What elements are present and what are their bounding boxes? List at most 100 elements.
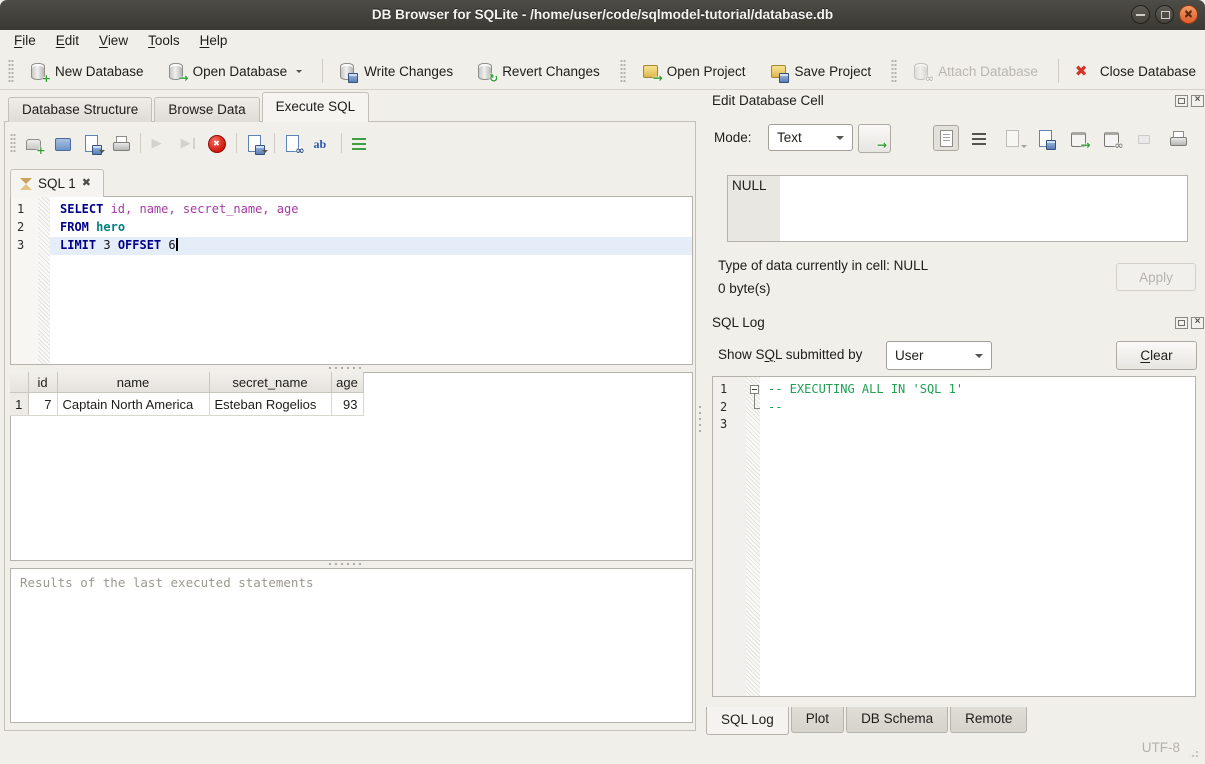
menu-tools[interactable]: Tools: [138, 30, 190, 51]
export-results-button[interactable]: [241, 130, 267, 156]
toolbar-grip[interactable]: [8, 59, 14, 83]
execute-current-button[interactable]: ▶: [174, 130, 200, 156]
toolbar-separator: [322, 59, 323, 83]
tab-execute-sql[interactable]: Execute SQL: [262, 92, 370, 122]
show-sql-filter-label: Show SQL submitted by: [718, 347, 862, 362]
revert-changes-button[interactable]: ↻Revert Changes: [467, 58, 608, 85]
toolbar-separator: [236, 133, 237, 153]
toolbar-grip[interactable]: [620, 59, 626, 83]
dock-tab-sql-log[interactable]: SQL Log: [706, 707, 789, 735]
results-message-pane[interactable]: Results of the last executed statements: [10, 568, 693, 723]
dropdown-caret-icon[interactable]: [1021, 145, 1027, 151]
splitter-table-message[interactable]: [327, 562, 365, 567]
sql-log-close-icon[interactable]: [1191, 317, 1204, 329]
toolbar-separator: [274, 133, 275, 153]
apply-button[interactable]: Apply: [1116, 263, 1196, 291]
resize-grip[interactable]: [1187, 746, 1200, 759]
save-project-button[interactable]: Save Project: [760, 58, 880, 85]
cell-editor[interactable]: NULL: [727, 175, 1188, 242]
toolbar-grip[interactable]: [10, 133, 16, 153]
close-window-button[interactable]: [1179, 5, 1198, 24]
project-open-icon: →: [640, 61, 661, 82]
close-database-button[interactable]: ✖Close Database: [1065, 58, 1204, 85]
auto-switch-mode-button[interactable]: →: [858, 124, 891, 153]
tab-database-structure[interactable]: Database Structure: [8, 97, 152, 122]
column-header-id[interactable]: id: [28, 372, 57, 393]
cell-type-info: Type of data currently in cell: NULL: [718, 258, 928, 273]
tab-browse-data[interactable]: Browse Data: [154, 97, 259, 122]
mode-combobox[interactable]: Text: [768, 124, 853, 151]
text-mode-button[interactable]: [933, 125, 959, 151]
log-line-numbers: 123: [713, 377, 746, 696]
dropdown-caret-icon[interactable]: [262, 150, 268, 156]
row-number[interactable]: 1: [10, 393, 28, 416]
export-data-button[interactable]: →: [1065, 125, 1091, 151]
print-button[interactable]: [107, 130, 133, 156]
attach-database-button[interactable]: ∞Attach Database: [903, 58, 1046, 85]
fold-collapse-icon[interactable]: [750, 385, 759, 394]
menu-edit[interactable]: Edit: [46, 30, 89, 51]
open-database-button[interactable]: →Open Database: [158, 58, 311, 85]
sql-log-float-icon[interactable]: [1175, 317, 1188, 329]
table-row: 17Captain North AmericaEsteban Rogelios9…: [10, 393, 363, 416]
clear-log-button[interactable]: Clear: [1116, 341, 1197, 370]
corner-header[interactable]: [10, 372, 28, 393]
close-sql-tab-icon[interactable]: [82, 178, 94, 190]
cell-secret-name[interactable]: Esteban Rogelios: [209, 393, 331, 416]
menu-file[interactable]: File: [4, 30, 46, 51]
column-header-name[interactable]: name: [57, 372, 209, 393]
open-sql-file-button[interactable]: [49, 130, 75, 156]
dock-tab-plot[interactable]: Plot: [791, 707, 844, 733]
import-data-button[interactable]: [1032, 125, 1058, 151]
save-sql-file-button[interactable]: [78, 130, 104, 156]
sql-log-view[interactable]: 123-- EXECUTING ALL IN 'SQL 1'--: [712, 376, 1196, 697]
sql-editor-toolbar: +▶▶✖∞ab: [10, 129, 375, 157]
cell-name[interactable]: Captain North America: [57, 393, 209, 416]
database-attach-icon: ∞: [911, 61, 932, 82]
new-database-button[interactable]: +New Database: [20, 58, 152, 85]
titlebar[interactable]: DB Browser for SQLite - /home/user/code/…: [0, 0, 1205, 30]
dock-tab-db-schema[interactable]: DB Schema: [846, 707, 948, 733]
submitted-by-combobox[interactable]: User: [886, 341, 992, 370]
menu-view[interactable]: View: [89, 30, 138, 51]
export-data-icon: →: [1068, 128, 1089, 149]
column-header-age[interactable]: age: [331, 372, 363, 393]
wrap-dark-button[interactable]: [966, 125, 992, 151]
execute-all-button[interactable]: ▶: [145, 130, 171, 156]
cell-id[interactable]: 7: [28, 393, 57, 416]
stop-button[interactable]: ✖: [203, 130, 229, 156]
set-null-button[interactable]: [1131, 125, 1157, 151]
database-close-icon: ✖: [1073, 61, 1094, 82]
auto-format-button[interactable]: ab: [308, 130, 334, 156]
column-header-secret-name[interactable]: secret_name: [209, 372, 331, 393]
open-project-button[interactable]: →Open Project: [632, 58, 754, 85]
print-button[interactable]: [1164, 125, 1190, 151]
dropdown-caret-icon[interactable]: [296, 70, 302, 76]
fold-line: [754, 394, 755, 408]
cell-age[interactable]: 93: [331, 393, 363, 416]
new-tab-button[interactable]: +: [20, 130, 46, 156]
write-changes-button[interactable]: Write Changes: [329, 58, 461, 85]
toolbar-separator: [140, 133, 141, 153]
print-icon: [1167, 128, 1188, 149]
menu-help[interactable]: Help: [190, 30, 238, 51]
edit-cell-float-icon[interactable]: [1175, 95, 1188, 107]
maximize-button[interactable]: [1155, 5, 1174, 24]
splitter-editor-table[interactable]: [327, 366, 365, 371]
dropdown-caret-icon[interactable]: [99, 150, 105, 156]
open-file-button[interactable]: [999, 125, 1025, 151]
word-wrap-icon: [349, 133, 370, 154]
find-in-sql-button[interactable]: ∞: [279, 130, 305, 156]
word-wrap-button[interactable]: [346, 130, 372, 156]
minimize-button[interactable]: [1131, 5, 1150, 24]
set-null-icon: [1134, 128, 1155, 149]
edit-cell-close-icon[interactable]: [1191, 95, 1204, 107]
cell-editor-gutter: NULL: [728, 176, 780, 241]
splitter-vertical[interactable]: [698, 404, 703, 434]
sql-editor[interactable]: 123SELECT id, name, secret_name, ageFROM…: [10, 196, 693, 365]
sql-file-tab[interactable]: SQL 1: [10, 169, 104, 197]
encoding-status: UTF-8: [1142, 740, 1180, 755]
copy-link-button[interactable]: ∞: [1098, 125, 1124, 151]
toolbar-grip[interactable]: [891, 59, 897, 83]
dock-tab-remote[interactable]: Remote: [950, 707, 1027, 733]
